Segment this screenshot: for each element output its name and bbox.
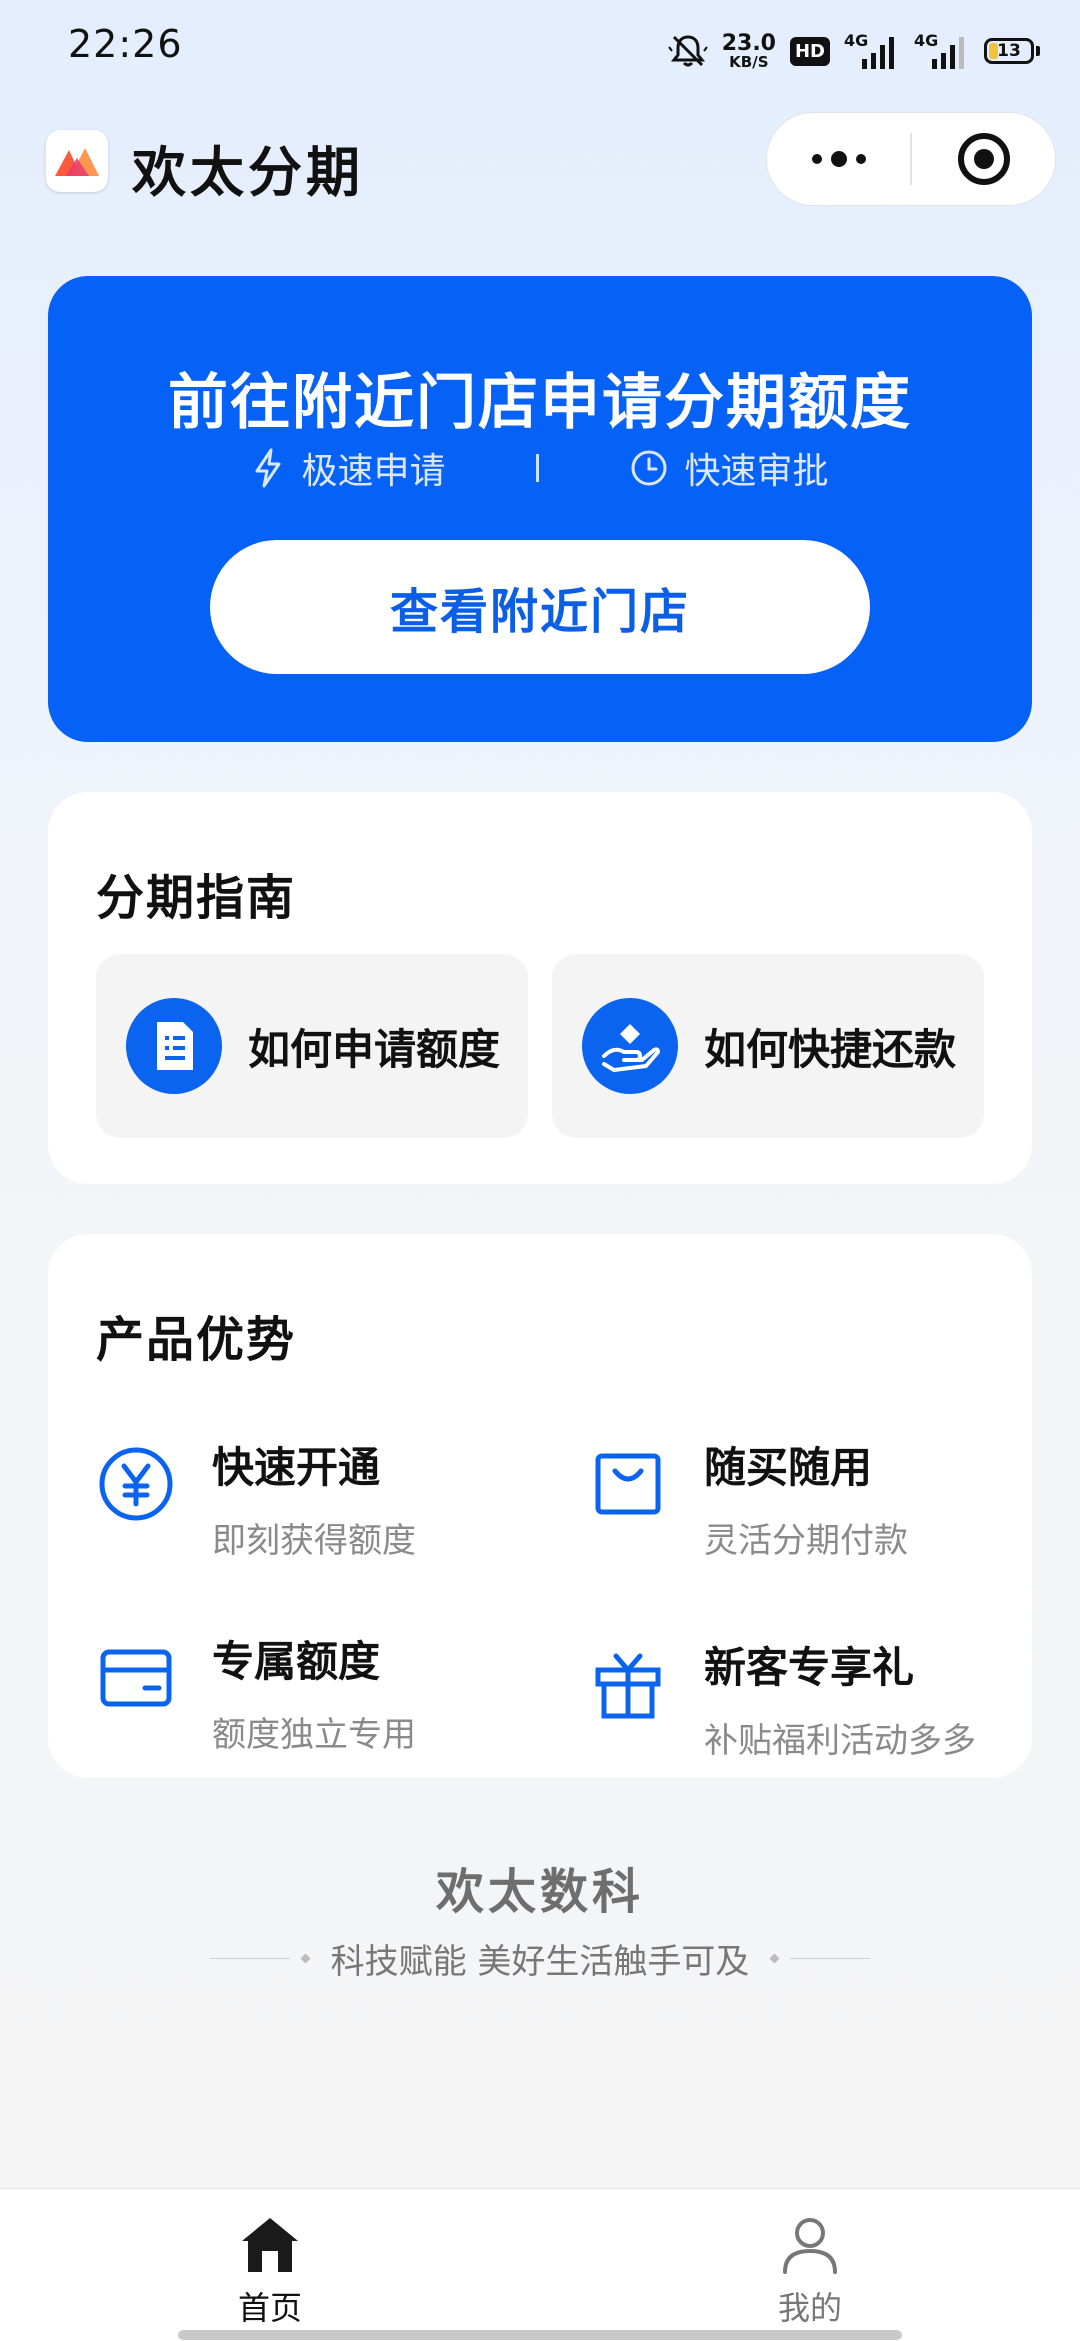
lightning-icon (255, 448, 281, 488)
signal-icon (932, 37, 964, 69)
network-speed: 23.0 KB/S (721, 30, 776, 71)
hero-feature: 快速审批 (629, 442, 829, 494)
hero-feature: 极速申请 (251, 442, 446, 494)
document-icon (126, 998, 222, 1094)
profile-icon (783, 2218, 837, 2274)
product-advantages-card: 产品优势 快速开通 即刻获得额度 随买随用 灵活分期付款 专属额度 额度独立专用… (48, 1234, 1032, 1778)
hd-badge: HD (789, 36, 830, 66)
brand-slogan: 科技赋能 美好生活触手可及 (0, 1934, 1080, 1983)
mute-icon (667, 33, 708, 69)
guide-card: 分期指南 如何申请额度 如何快捷还款 (48, 792, 1032, 1184)
advantage-item: 专属额度 额度独立专用 (96, 1628, 416, 1756)
view-nearby-stores-button[interactable]: 查看附近门店 (210, 540, 870, 674)
app-logo-icon (46, 130, 108, 192)
advantage-item: 快速开通 即刻获得额度 (96, 1434, 416, 1562)
guide-title: 分期指南 (96, 870, 297, 926)
home-indicator[interactable] (178, 2330, 902, 2340)
card-icon (96, 1638, 176, 1718)
products-title: 产品优势 (96, 1312, 297, 1368)
hero-banner: 前往附近门店申请分期额度 极速申请 快速审批 查看附近门店 (48, 276, 1032, 742)
gift-icon (588, 1644, 668, 1724)
signal-icon (862, 37, 894, 69)
miniprogram-capsule (766, 112, 1056, 206)
guide-item-apply[interactable]: 如何申请额度 (96, 954, 528, 1138)
close-miniprogram-icon (957, 133, 1010, 185)
clock-icon (631, 450, 666, 486)
yen-icon (96, 1444, 176, 1524)
home-icon (242, 2218, 298, 2272)
more-button[interactable] (767, 113, 910, 205)
status-time: 22:26 (68, 22, 183, 66)
signal-sim1: 4G (844, 31, 900, 71)
hero-title: 前往附近门店申请分期额度 (168, 368, 912, 438)
status-icons: 23.0 KB/S HD 4G 4G 13 (667, 26, 1040, 76)
feature-divider (535, 454, 539, 482)
hand-coin-icon (582, 998, 678, 1094)
tab-bar: 首页 我的 (0, 2188, 1080, 2341)
tab-mine[interactable]: 我的 (710, 2215, 910, 2329)
tab-home[interactable]: 首页 (170, 2215, 370, 2329)
more-icon (811, 151, 866, 167)
guide-item-repay[interactable]: 如何快捷还款 (552, 954, 984, 1138)
signal-sim2: 4G (914, 31, 970, 71)
battery-icon: 13 (984, 38, 1040, 64)
advantage-item: 新客专享礼 补贴福利活动多多 (588, 1634, 976, 1762)
close-miniprogram-button[interactable] (912, 113, 1055, 205)
hero-features: 极速申请 快速审批 (48, 442, 1032, 494)
brand-name: 欢太数科 (435, 1864, 644, 1920)
advantage-item: 随买随用 灵活分期付款 (588, 1434, 908, 1562)
shopping-bag-icon (588, 1444, 668, 1524)
app-title: 欢太分期 (132, 141, 364, 204)
